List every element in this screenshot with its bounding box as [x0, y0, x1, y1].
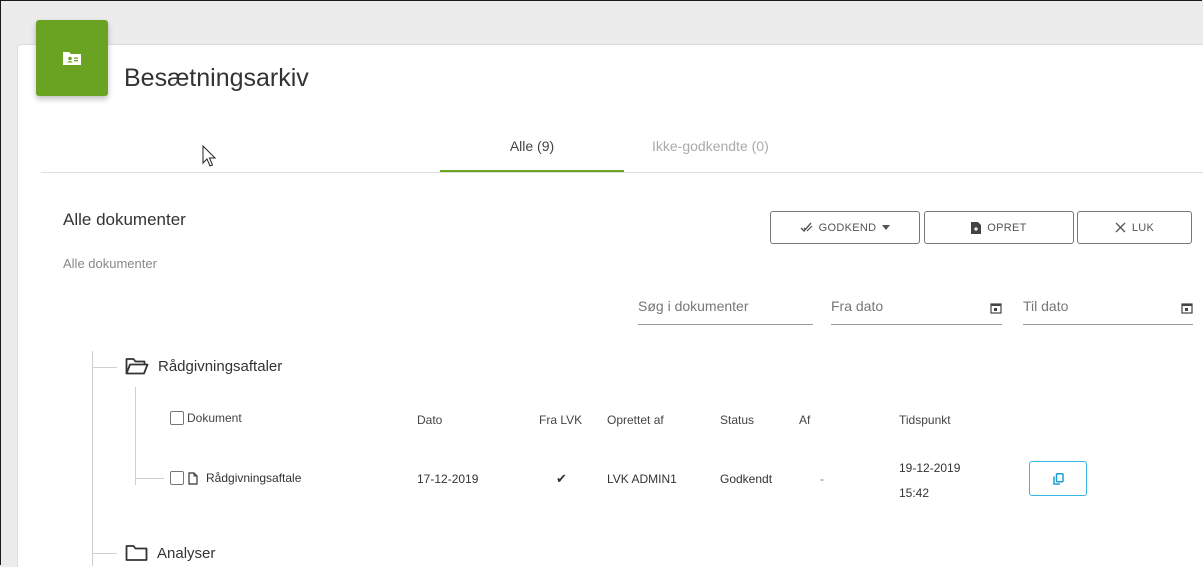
from-date-field	[831, 298, 1002, 325]
create-button[interactable]: OPRET	[924, 211, 1074, 244]
calendar-icon[interactable]	[990, 302, 1002, 314]
folder-label: Analyser	[157, 544, 216, 562]
cell-date: 17-12-2019	[417, 472, 479, 486]
search-input[interactable]	[638, 298, 813, 314]
tree-line	[136, 478, 164, 479]
section-subtitle: Alle dokumenter	[63, 256, 157, 271]
tree-line	[93, 553, 117, 554]
close-button[interactable]: LUK	[1077, 211, 1192, 244]
column-header-created-by: Oprettet af	[607, 413, 664, 427]
folder-open-icon	[125, 358, 149, 375]
caret-down-icon	[882, 225, 891, 230]
approve-button[interactable]: GODKEND	[770, 211, 920, 244]
from-date-input[interactable]	[831, 298, 990, 314]
section-title: Alle dokumenter	[63, 210, 186, 229]
column-header-by: Af	[799, 413, 811, 427]
copy-button[interactable]	[1029, 461, 1087, 496]
close-icon	[1115, 222, 1126, 233]
cell-timestamp-date: 19-12-2019	[899, 461, 961, 475]
cell-from-lvk-check: ✔	[556, 471, 567, 486]
calendar-icon[interactable]	[1181, 302, 1193, 314]
select-all-checkbox[interactable]	[170, 411, 184, 425]
column-header-from-lvk: Fra LVK	[539, 413, 583, 427]
table-row: Rådgivningsaftale	[170, 471, 301, 485]
cell-by: -	[820, 472, 824, 486]
cell-created-by: LVK ADMIN1	[607, 472, 677, 486]
folder-label: Rådgivningsaftaler	[158, 358, 283, 375]
column-header-document: Dokument	[170, 411, 242, 425]
row-checkbox[interactable]	[170, 471, 184, 485]
column-header-timestamp: Tidspunkt	[899, 413, 951, 427]
double-check-icon	[800, 222, 813, 233]
tree-line	[92, 351, 93, 566]
app-badge	[36, 20, 108, 96]
mouse-pointer-icon	[202, 145, 217, 167]
approve-button-label: GODKEND	[818, 221, 877, 234]
to-date-input[interactable]	[1023, 298, 1181, 314]
to-date-field	[1023, 298, 1193, 325]
tree-line	[93, 367, 117, 368]
page-title: Besætningsarkiv	[124, 64, 309, 92]
tab-all[interactable]: Alle (9)	[440, 138, 624, 154]
document-search-field	[638, 298, 813, 325]
create-button-label: OPRET	[987, 221, 1027, 234]
document-name[interactable]: Rådgivningsaftale	[206, 471, 301, 485]
cell-status: Godkendt	[720, 472, 773, 486]
tab-not-approved[interactable]: Ikke-godkendte (0)	[652, 138, 769, 154]
folder-icon	[125, 545, 148, 561]
cell-timestamp-time: 15:42	[899, 486, 930, 500]
tab-divider	[41, 172, 1203, 173]
column-header-date: Dato	[417, 413, 443, 427]
contact-folder-icon	[63, 52, 81, 65]
tree-folder-analyses[interactable]: Analyser	[125, 544, 215, 562]
column-header-status: Status	[720, 413, 755, 427]
copy-icon	[1052, 472, 1064, 485]
tree-folder-advisory-agreements[interactable]: Rådgivningsaftaler	[125, 357, 282, 376]
document-icon	[188, 471, 198, 485]
column-header-label: Dokument	[187, 411, 242, 425]
tree-line	[135, 387, 136, 485]
close-button-label: LUK	[1131, 221, 1155, 234]
new-document-icon	[971, 221, 982, 234]
